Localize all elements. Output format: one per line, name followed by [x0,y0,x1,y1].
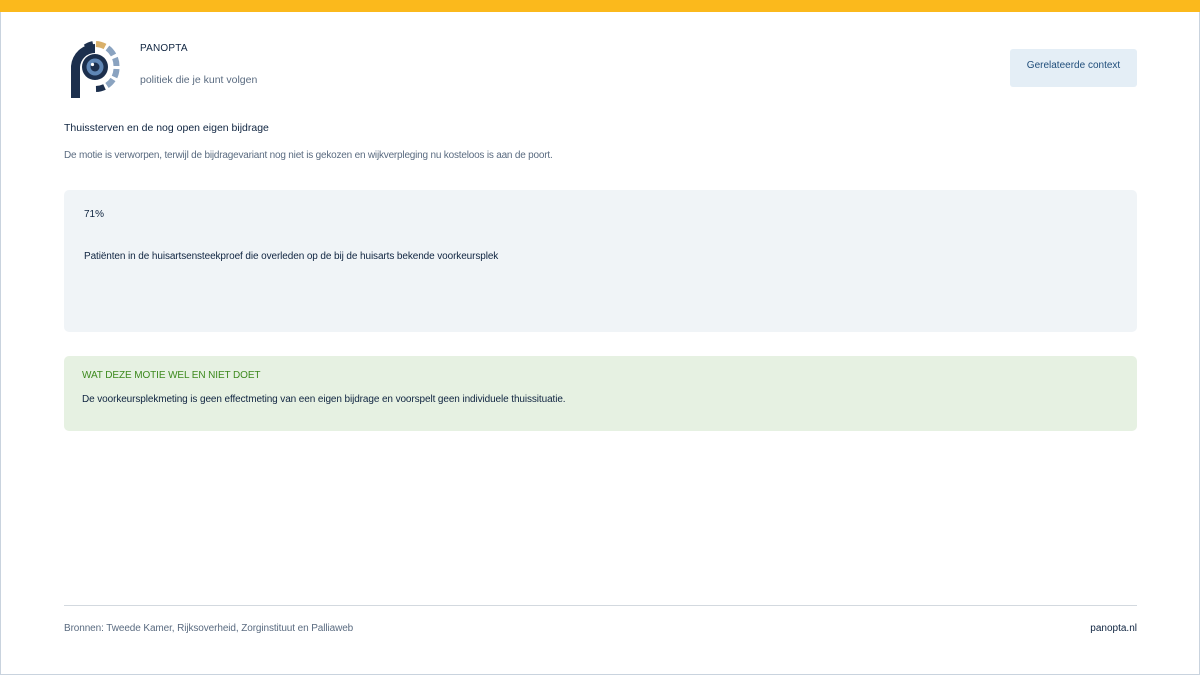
footer-site-link[interactable]: panopta.nl [1090,623,1137,634]
brand-tagline: politiek die je kunt volgen [140,74,258,86]
stat-description: Patiënten in de huisartsensteekproef die… [84,251,499,262]
page-frame [0,0,1200,675]
brand-name: PANOPTA [140,43,188,54]
stat-card: 71% Patiënten in de huisartsensteekproef… [64,190,1137,332]
article-title: Thuissterven en de nog open eigen bijdra… [64,122,269,134]
accent-top-bar [0,0,1200,12]
related-context-button[interactable]: Gerelateerde context [1010,49,1137,87]
stat-value: 71% [84,209,105,220]
note-text: De voorkeursplekmeting is geen effectmet… [82,394,566,405]
footer-divider [64,605,1137,606]
note-heading: WAT DEZE MOTIE WEL EN NIET DOET [82,370,261,381]
article-subtitle: De motie is verworpen, terwijl de bijdra… [64,150,553,161]
footer-sources: Bronnen: Tweede Kamer, Rijksoverheid, Zo… [64,623,354,634]
motion-note-card: WAT DEZE MOTIE WEL EN NIET DOET De voork… [64,356,1137,431]
panopta-logo-icon [71,41,120,98]
